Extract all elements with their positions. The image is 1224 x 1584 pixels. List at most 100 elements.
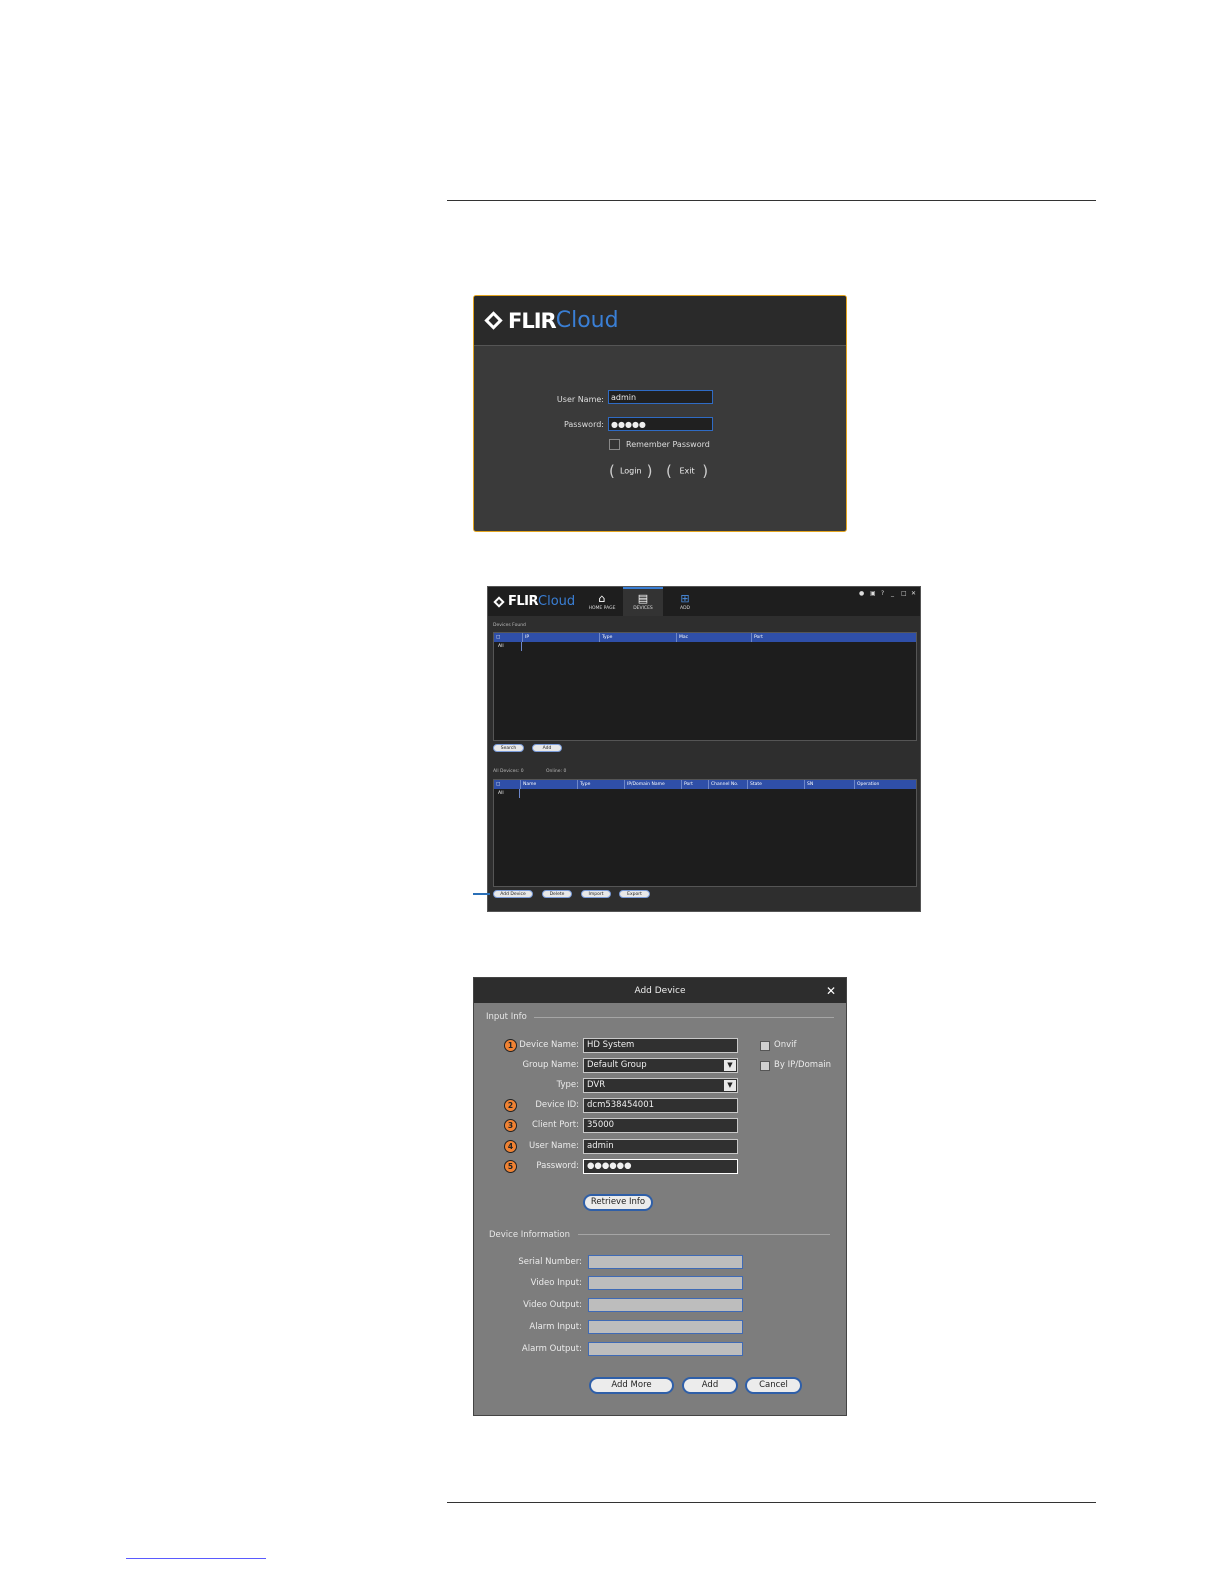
flir-diamond-icon	[484, 311, 503, 330]
col-type[interactable]: Type	[578, 780, 625, 789]
add-device-button[interactable]: Add Device	[493, 890, 533, 898]
devices-topbar: FLIR Cloud ⌂ HOME PAGE ▤ DEVICES ⊞ ADD ●…	[488, 587, 920, 616]
video-input-field	[588, 1276, 743, 1290]
col-mac[interactable]: Mac	[677, 633, 752, 642]
add-button[interactable]: Add	[532, 744, 562, 752]
type-label: Type:	[556, 1080, 579, 1090]
col-all[interactable]: □ All	[494, 633, 523, 651]
username-input[interactable]: admin	[608, 390, 713, 404]
retrieve-info-button[interactable]: Retrieve Info	[583, 1194, 653, 1211]
device-name-input[interactable]: HD System	[583, 1038, 738, 1053]
video-output-field	[588, 1298, 743, 1312]
flir-diamond-icon	[493, 595, 505, 608]
flir-cloud-logo-small: FLIR Cloud	[493, 594, 575, 609]
device-name-label: Device Name:	[519, 1040, 579, 1050]
alarm-output-field	[588, 1342, 743, 1356]
col-type[interactable]: Type	[600, 633, 677, 642]
chevron-down-icon[interactable]: ▼	[724, 1060, 736, 1071]
by-ip-domain-label: By IP/Domain	[774, 1060, 832, 1070]
remember-password-checkbox[interactable]	[609, 439, 620, 450]
alarm-input-field	[588, 1320, 743, 1334]
add-device-pointer-arrow	[473, 893, 490, 895]
password-label: Password:	[536, 1161, 579, 1171]
login-header: FLIR Cloud	[474, 296, 846, 346]
input-info-divider	[534, 1017, 834, 1018]
device-list-header: □ All Name Type IP/Domain Name Port Chann…	[494, 780, 916, 798]
client-port-label: Client Port:	[531, 1120, 579, 1130]
add-device-dialog: Add Device ✕ Input Info 1 Device Name: H…	[473, 977, 847, 1416]
onvif-label: Onvif	[774, 1040, 797, 1050]
client-port-input[interactable]: 35000	[583, 1118, 738, 1133]
bottom-rule	[447, 1502, 1096, 1503]
add-icon: ⊞	[680, 592, 690, 605]
chevron-down-icon[interactable]: ▼	[724, 1080, 736, 1091]
password-input[interactable]: ●●●●●	[608, 417, 713, 431]
login-window: FLIR Cloud User Name: admin Password: ●●…	[473, 295, 847, 532]
device-list-table: □ All Name Type IP/Domain Name Port Chann…	[493, 779, 917, 887]
col-ip[interactable]: IP	[523, 633, 600, 642]
add-button[interactable]: Add	[682, 1377, 738, 1394]
input-info-title: Input Info	[486, 1012, 527, 1022]
user-name-label: User Name:	[528, 1141, 579, 1151]
maximize-icon[interactable]: □	[901, 590, 907, 597]
col-all[interactable]: □ All	[494, 780, 521, 798]
remember-password-label: Remember Password	[626, 440, 710, 449]
search-button[interactable]: Search	[493, 744, 524, 752]
close-icon[interactable]: ✕	[911, 590, 916, 597]
devices-window: FLIR Cloud ⌂ HOME PAGE ▤ DEVICES ⊞ ADD ●…	[487, 586, 921, 912]
flir-cloud-logo: FLIR Cloud	[484, 308, 619, 333]
password-input[interactable]: ●●●●●●	[583, 1159, 738, 1174]
col-name[interactable]: Name	[521, 780, 578, 789]
footer-link-underline	[126, 1558, 266, 1559]
user-name-input[interactable]: admin	[583, 1139, 738, 1154]
nav-home-page[interactable]: ⌂ HOME PAGE	[582, 587, 622, 616]
home-icon: ⌂	[598, 592, 606, 605]
col-state[interactable]: State	[748, 780, 805, 789]
cancel-button[interactable]: Cancel	[745, 1377, 802, 1394]
export-button[interactable]: Export	[619, 890, 650, 898]
alarm-output-label: Alarm Output:	[521, 1344, 582, 1354]
top-rule	[447, 200, 1096, 201]
col-operation[interactable]: Operation	[855, 780, 916, 789]
login-button[interactable]: ( Login )	[609, 463, 653, 479]
lock-icon[interactable]: ▣	[870, 590, 876, 597]
username-label: User Name:	[556, 395, 604, 404]
delete-button[interactable]: Delete	[542, 890, 572, 898]
type-select[interactable]: DVR ▼	[583, 1078, 738, 1093]
col-port[interactable]: Port	[752, 633, 916, 642]
help-icon[interactable]: ?	[881, 590, 884, 597]
import-button[interactable]: Import	[581, 890, 611, 898]
close-icon[interactable]: ✕	[826, 978, 836, 1005]
exit-button[interactable]: ( Exit )	[666, 463, 708, 479]
all-devices-count: All Devices: 0	[493, 769, 524, 774]
video-input-label: Video Input:	[530, 1278, 582, 1288]
device-information-divider	[578, 1234, 830, 1235]
video-output-label: Video Output:	[523, 1300, 582, 1310]
col-channel-no[interactable]: Channel No.	[709, 780, 748, 789]
password-label: Password:	[563, 420, 604, 429]
device-id-label: Device ID:	[535, 1100, 579, 1110]
devices-found-title: Devices Found	[493, 623, 526, 628]
user-icon[interactable]: ●	[859, 590, 864, 597]
nav-devices[interactable]: ▤ DEVICES	[623, 587, 663, 616]
add-more-button[interactable]: Add More	[589, 1377, 674, 1394]
minimize-icon[interactable]: _	[891, 590, 894, 597]
serial-number-label: Serial Number:	[518, 1257, 582, 1267]
onvif-checkbox[interactable]	[760, 1041, 770, 1051]
online-count: Online: 0	[546, 769, 567, 774]
col-sn[interactable]: SN	[805, 780, 855, 789]
devices-icon: ▤	[637, 592, 649, 605]
serial-number-field	[588, 1255, 743, 1269]
group-name-select[interactable]: Default Group ▼	[583, 1058, 738, 1073]
device-id-input[interactable]: dcm538454001	[583, 1098, 738, 1113]
col-ip-domain[interactable]: IP/Domain Name	[625, 780, 682, 789]
alarm-input-label: Alarm Input:	[529, 1322, 582, 1332]
nav-add[interactable]: ⊞ ADD	[665, 587, 705, 616]
col-port[interactable]: Port	[682, 780, 709, 789]
devices-found-header: □ All IP Type Mac Port	[494, 633, 916, 651]
dialog-title: Add Device	[634, 986, 686, 996]
group-name-label: Group Name:	[522, 1060, 579, 1070]
device-information-title: Device Information	[489, 1230, 570, 1240]
by-ip-domain-checkbox[interactable]	[760, 1061, 770, 1071]
devices-found-table: □ All IP Type Mac Port	[493, 632, 917, 741]
